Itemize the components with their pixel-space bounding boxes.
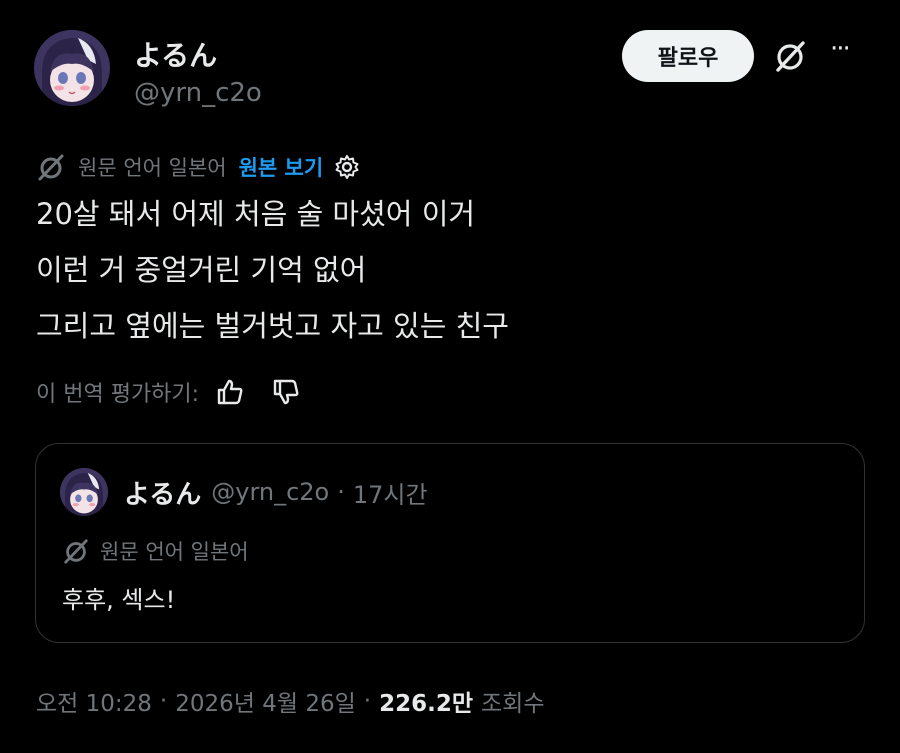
author-handle[interactable]: @yrn_c2o [134, 78, 262, 108]
thumbs-up-icon[interactable] [215, 377, 245, 407]
author-display-name[interactable]: よるん [134, 34, 217, 74]
author-avatar[interactable] [34, 30, 110, 106]
quoted-translation-info: 원문 언어 일본어 [62, 534, 249, 568]
source-language-label: 원문 언어 일본어 [78, 156, 227, 180]
show-original-link[interactable]: 원본 보기 [239, 152, 324, 182]
grok-icon[interactable] [772, 38, 808, 74]
follow-button[interactable]: 팔로우 [622, 30, 754, 82]
tweet-line: 그리고 옆에는 벌거벗고 자고 있는 친구 [36, 309, 509, 343]
more-options-icon[interactable]: ··· [830, 34, 851, 64]
views-label: 조회수 [481, 691, 545, 717]
quoted-display-name[interactable]: よるん [124, 474, 201, 511]
views-count: 226.2만 [379, 691, 474, 717]
translate-icon [62, 537, 90, 565]
rate-translation: 이 번역 평가하기: [36, 372, 301, 412]
avatar-illustration [34, 30, 110, 106]
settings-gear-icon[interactable] [333, 153, 361, 181]
quoted-tweet-card[interactable]: よるん @yrn_c2o · 17시간 원문 언어 일본어 후후, 섹스! [35, 443, 865, 643]
meta-separator: · [363, 688, 372, 714]
tweet-date[interactable]: 2026년 4월 26일 [175, 684, 356, 718]
translate-icon [36, 152, 66, 182]
rate-translation-label: 이 번역 평가하기: [36, 382, 200, 407]
tweet-time[interactable]: 오전 10:28 [36, 684, 152, 718]
meta-separator: · [159, 688, 168, 714]
translation-info: 원문 언어 일본어 원본 보기 [36, 148, 361, 186]
quoted-separator: · [337, 478, 345, 506]
quoted-author-avatar [60, 468, 108, 516]
tweet-line: 20살 돼서 어제 처음 술 마셨어 이거 [36, 197, 476, 231]
tweet-meta: 오전 10:28 · 2026년 4월 26일 · 226.2만 조회수 [36, 682, 545, 720]
tweet-line: 이런 거 중얼거린 기억 없어 [36, 253, 367, 287]
quoted-tweet-header: よるん @yrn_c2o · 17시간 [124, 474, 428, 510]
quoted-source-language: 원문 언어 일본어 [100, 540, 249, 564]
tweet-text: 20살 돼서 어제 처음 술 마셨어 이거 이런 거 중얼거린 기억 없어 그리… [36, 186, 836, 354]
avatar-illustration [60, 468, 108, 516]
quoted-timestamp[interactable]: 17시간 [353, 475, 428, 510]
thumbs-down-icon[interactable] [271, 377, 301, 407]
quoted-tweet-text: 후후, 섹스! [62, 586, 176, 614]
quoted-handle[interactable]: @yrn_c2o [211, 478, 329, 506]
